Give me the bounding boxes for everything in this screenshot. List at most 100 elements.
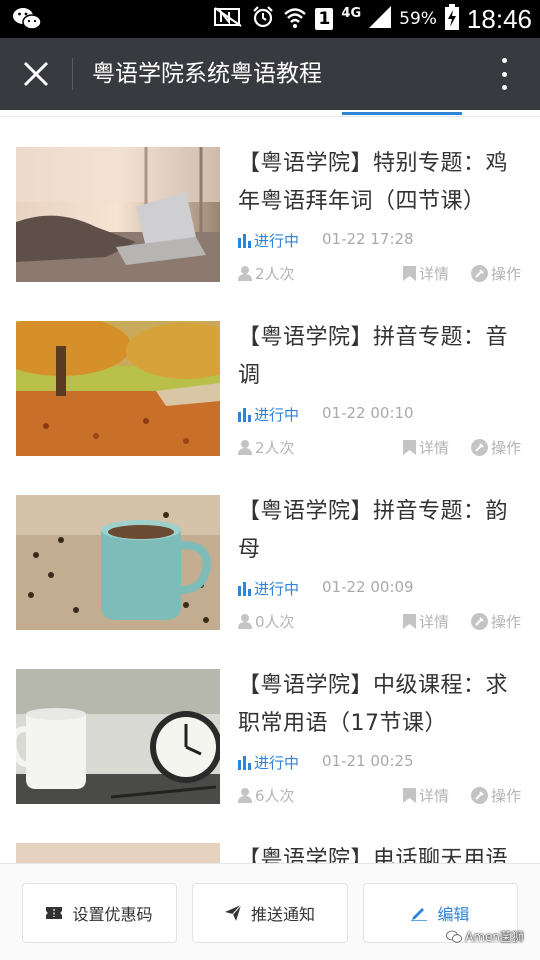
bookmark-icon xyxy=(403,440,416,455)
course-title[interactable]: 【粤语学院】电话聊天用语 xyxy=(238,841,528,863)
wrench-icon xyxy=(471,439,488,456)
bookmark-icon xyxy=(403,788,416,803)
wrench-icon xyxy=(471,787,488,804)
actions-label: 操作 xyxy=(491,265,522,283)
course-thumbnail-autumn[interactable] xyxy=(16,321,220,456)
actions-link[interactable]: 操作 xyxy=(471,437,521,458)
more-dot xyxy=(501,71,507,77)
course-thumbnail-alarm-clock[interactable] xyxy=(16,669,220,804)
close-icon xyxy=(23,61,49,87)
actions-label: 操作 xyxy=(491,613,522,631)
details-link[interactable]: 详情 xyxy=(403,263,449,284)
alarm-icon xyxy=(251,5,275,33)
view-count: 2人次 xyxy=(238,437,295,458)
course-thumbnail-coffee[interactable] xyxy=(16,495,220,630)
view-count-text: 2人次 xyxy=(255,265,295,283)
view-count-text: 0人次 xyxy=(255,613,295,631)
watermark: Amen菌狮 xyxy=(446,928,524,945)
status-text: 进行中 xyxy=(254,406,300,424)
person-icon xyxy=(238,266,252,281)
bar-chart-icon xyxy=(238,581,251,596)
view-count: 2人次 xyxy=(238,263,295,284)
signal-icon xyxy=(369,6,392,32)
status-badge: 进行中 xyxy=(238,578,299,599)
course-title[interactable]: 【粤语学院】拼音专题：韵母 xyxy=(238,493,528,569)
title-bar: 粤语学院系统粤语教程 xyxy=(0,38,540,110)
actions-label: 操作 xyxy=(491,439,522,457)
details-label: 详情 xyxy=(419,439,450,457)
course-item[interactable]: 【粤语学院】拼音专题：韵母 进行中 01-22 00:09 0人次 详情 操作 xyxy=(0,465,540,639)
status-badge: 进行中 xyxy=(238,230,299,251)
wrench-icon xyxy=(471,613,488,630)
course-title[interactable]: 【粤语学院】特别专题：鸡年粤语拜年词（四节课） xyxy=(238,145,528,221)
pencil-icon xyxy=(411,908,428,921)
person-icon xyxy=(238,440,252,455)
ticket-icon xyxy=(46,907,63,919)
view-count-text: 2人次 xyxy=(255,439,295,457)
title-divider xyxy=(72,58,73,90)
bookmark-icon xyxy=(403,266,416,281)
course-item[interactable]: 【粤语学院】中级课程：求职常用语（17节课） 进行中 01-21 00:25 6… xyxy=(0,639,540,813)
clock: 18:46 xyxy=(466,3,532,34)
push-notification-label: 推送通知 xyxy=(250,905,315,924)
view-count: 6人次 xyxy=(238,785,295,806)
course-title[interactable]: 【粤语学院】中级课程：求职常用语（17节课） xyxy=(238,667,528,743)
actions-label: 操作 xyxy=(491,787,522,805)
course-title[interactable]: 【粤语学院】拼音专题：音调 xyxy=(238,319,528,395)
course-thumbnail-partial[interactable] xyxy=(16,843,220,863)
status-text: 进行中 xyxy=(254,754,300,772)
nfc-icon xyxy=(213,6,243,32)
more-dot xyxy=(501,58,507,63)
view-count-text: 6人次 xyxy=(255,787,295,805)
status-bar: 1 4G 59% 18:46 xyxy=(0,0,540,38)
actions-link[interactable]: 操作 xyxy=(471,611,521,632)
battery-percent: 59% xyxy=(399,9,437,29)
set-coupon-button[interactable]: 设置优惠码 xyxy=(22,883,177,943)
watermark-text: Amen菌狮 xyxy=(465,930,524,944)
details-label: 详情 xyxy=(419,613,450,631)
battery-charging-icon xyxy=(444,4,459,34)
course-item[interactable]: 【粤语学院】特别专题：鸡年粤语拜年词（四节课） 进行中 01-22 17:28 … xyxy=(0,117,540,291)
wrench-icon xyxy=(471,265,488,282)
course-item[interactable]: 【粤语学院】电话聊天用语 xyxy=(0,813,540,863)
course-thumbnail-laptop[interactable] xyxy=(16,147,220,282)
wechat-icon xyxy=(12,6,42,32)
view-count: 0人次 xyxy=(238,611,295,632)
edit-label: 编辑 xyxy=(437,905,470,924)
status-text: 进行中 xyxy=(254,232,300,250)
details-label: 详情 xyxy=(419,265,450,283)
bookmark-icon xyxy=(403,614,416,629)
more-dot xyxy=(501,85,507,90)
details-link[interactable]: 详情 xyxy=(403,437,449,458)
status-badge: 进行中 xyxy=(238,752,299,773)
close-button[interactable] xyxy=(18,56,54,92)
more-menu-button[interactable] xyxy=(492,58,516,90)
actions-link[interactable]: 操作 xyxy=(471,263,521,284)
bar-chart-icon xyxy=(238,755,251,770)
wechat-watermark-icon xyxy=(446,930,463,943)
status-badge: 进行中 xyxy=(238,404,299,425)
person-icon xyxy=(238,788,252,803)
wifi-icon xyxy=(283,5,307,33)
sim-indicator: 1 xyxy=(315,8,334,30)
bottom-action-bar: 设置优惠码 推送通知 编辑 xyxy=(0,863,540,960)
course-datetime: 01-22 17:28 xyxy=(322,230,414,248)
details-label: 详情 xyxy=(419,787,450,805)
course-item[interactable]: 【粤语学院】拼音专题：音调 进行中 01-22 00:10 2人次 详情 操作 xyxy=(0,291,540,465)
course-datetime: 01-21 00:25 xyxy=(322,752,414,770)
course-datetime: 01-22 00:10 xyxy=(322,404,414,422)
active-tab-indicator xyxy=(342,112,462,115)
bar-chart-icon xyxy=(238,233,251,248)
set-coupon-label: 设置优惠码 xyxy=(72,905,153,924)
course-list[interactable]: 【粤语学院】特别专题：鸡年粤语拜年词（四节课） 进行中 01-22 17:28 … xyxy=(0,117,540,863)
details-link[interactable]: 详情 xyxy=(403,611,449,632)
course-datetime: 01-22 00:09 xyxy=(322,578,414,596)
status-text: 进行中 xyxy=(254,580,300,598)
network-type: 4G xyxy=(341,5,362,21)
details-link[interactable]: 详情 xyxy=(403,785,449,806)
actions-link[interactable]: 操作 xyxy=(471,785,521,806)
bar-chart-icon xyxy=(238,407,251,422)
send-icon xyxy=(224,905,241,921)
page-title: 粤语学院系统粤语教程 xyxy=(92,61,322,87)
push-notification-button[interactable]: 推送通知 xyxy=(192,883,348,943)
